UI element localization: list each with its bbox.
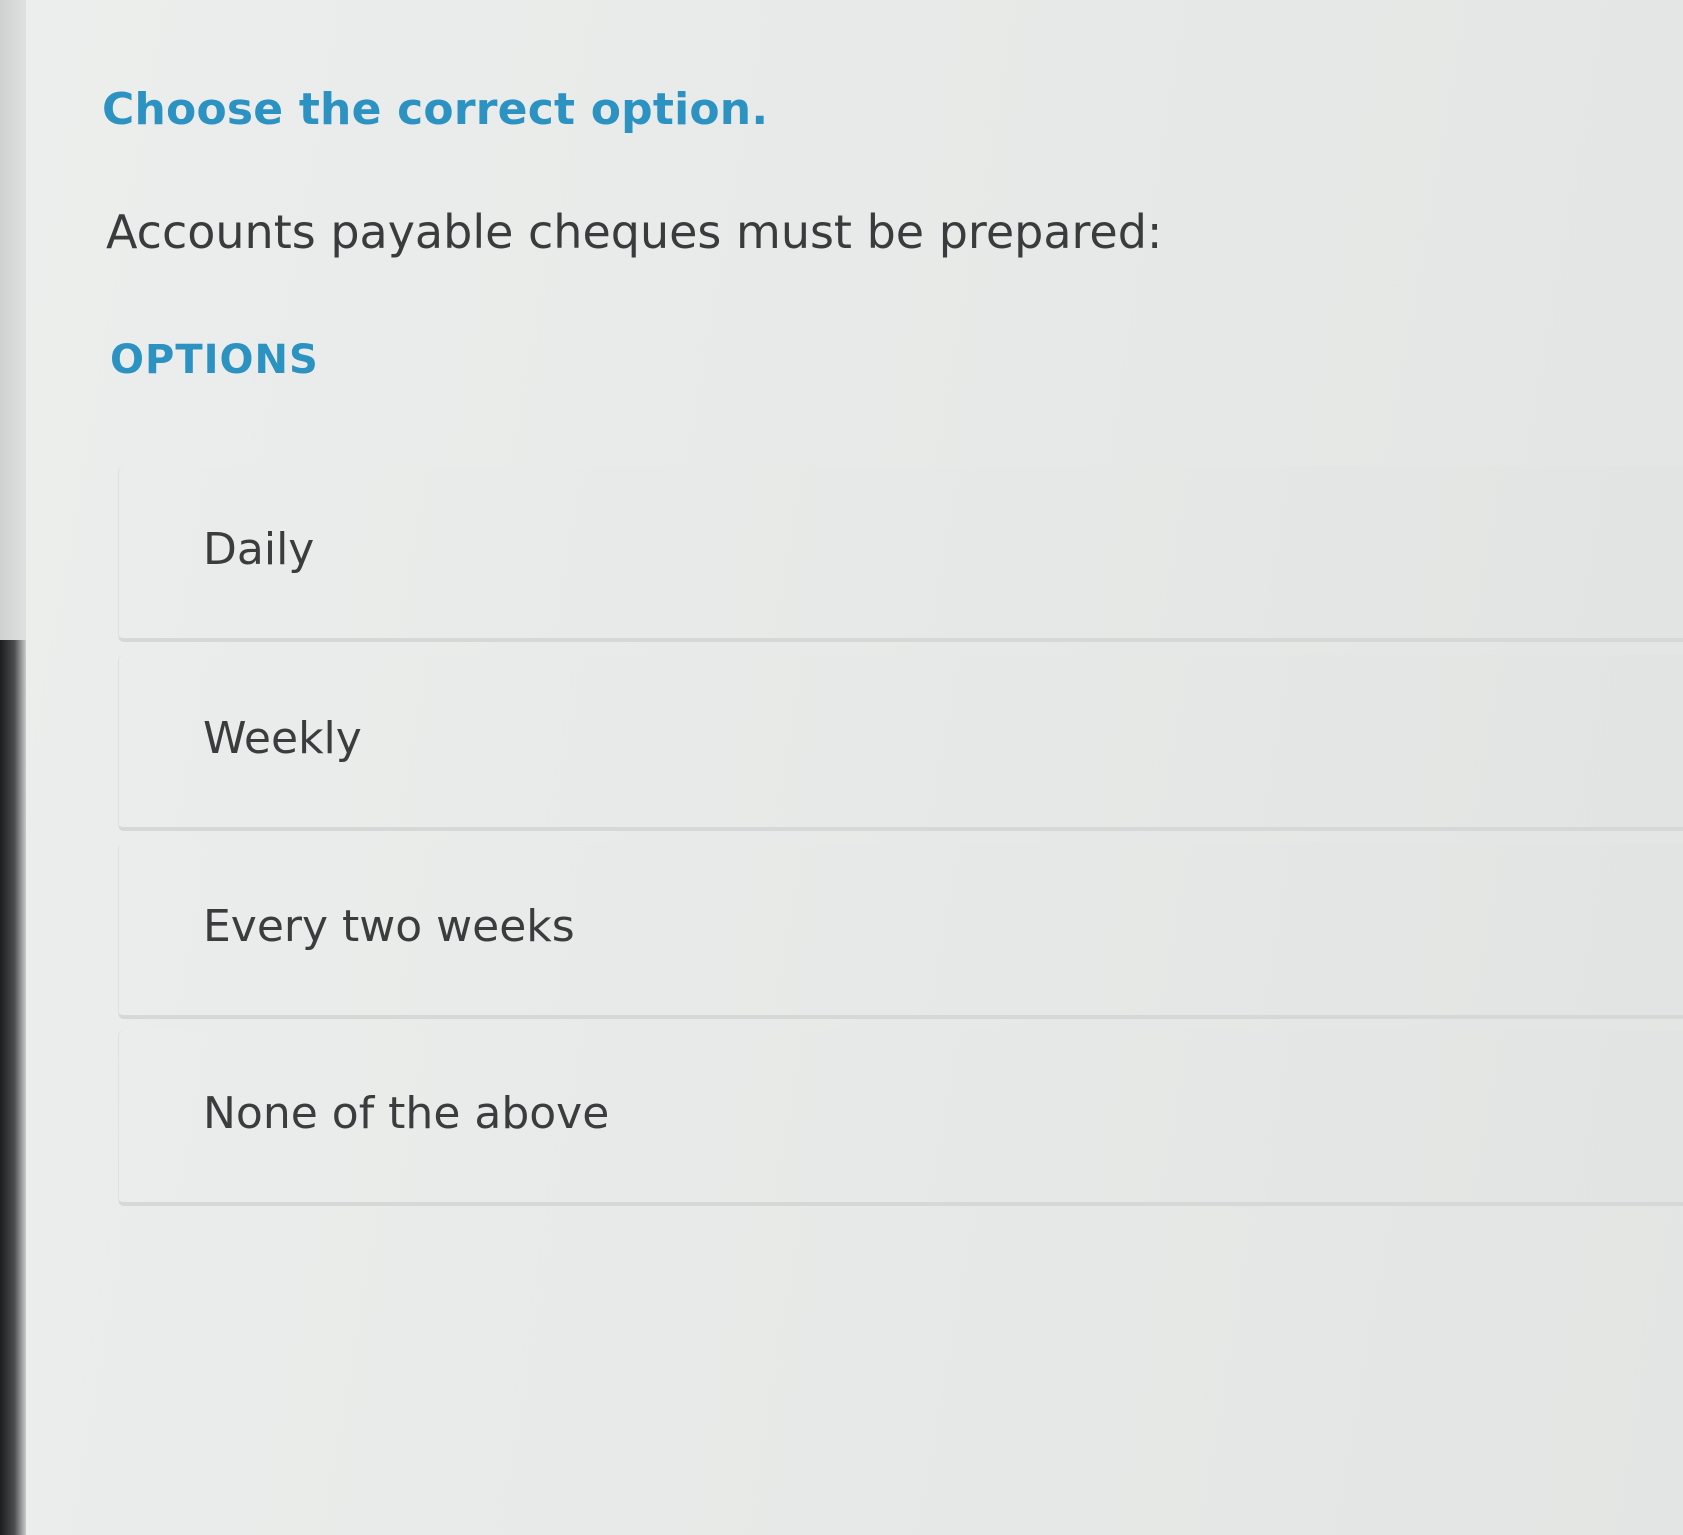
monitor-bezel-highlight bbox=[0, 0, 26, 640]
option-daily[interactable]: Daily bbox=[118, 466, 1683, 642]
option-label: None of the above bbox=[203, 1088, 610, 1139]
option-label: Every two weeks bbox=[203, 901, 575, 952]
instruction-heading: Choose the correct option. bbox=[102, 84, 769, 135]
option-none-of-the-above[interactable]: None of the above bbox=[118, 1030, 1683, 1206]
option-label: Daily bbox=[203, 524, 315, 575]
question-page: Choose the correct option. Accounts paya… bbox=[26, 0, 1683, 1535]
option-label: Weekly bbox=[203, 713, 362, 764]
option-every-two-weeks[interactable]: Every two weeks bbox=[118, 843, 1683, 1019]
options-heading: OPTIONS bbox=[110, 337, 319, 383]
question-text: Accounts payable cheques must be prepare… bbox=[106, 205, 1163, 259]
option-weekly[interactable]: Weekly bbox=[118, 655, 1683, 831]
